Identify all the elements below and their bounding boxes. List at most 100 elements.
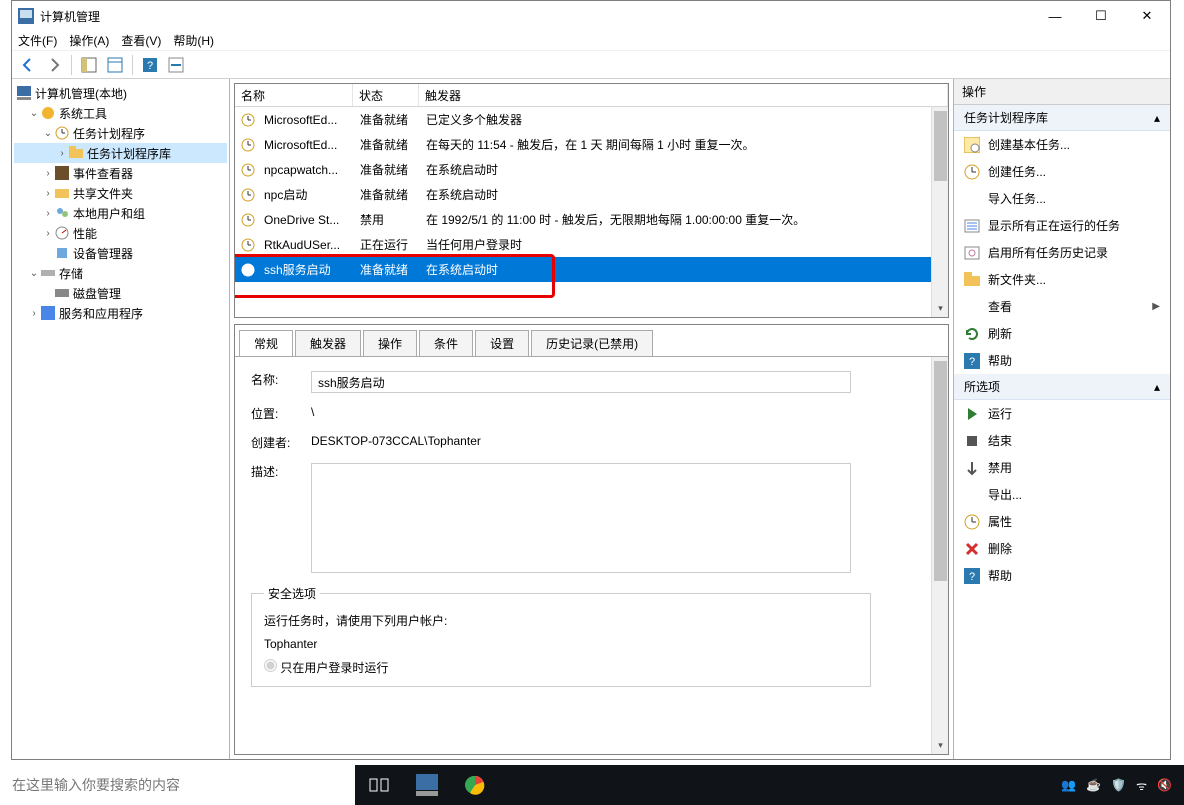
help-button[interactable]: ?	[138, 53, 162, 77]
tree-services-apps[interactable]: › 服务和应用程序	[14, 303, 227, 323]
task-row[interactable]: ssh服务启动准备就绪在系统启动时	[235, 257, 948, 282]
tree-storage[interactable]: ⌄ 存储	[14, 263, 227, 283]
action-item[interactable]: 属性	[954, 508, 1170, 535]
action-item[interactable]: ?帮助	[954, 562, 1170, 589]
tray-icon[interactable]: 🛡️	[1111, 778, 1126, 792]
action-item[interactable]: 结束	[954, 427, 1170, 454]
tree-local-users[interactable]: › 本地用户和组	[14, 203, 227, 223]
action-item[interactable]: 显示所有正在运行的任务	[954, 212, 1170, 239]
task-row[interactable]: OneDrive St...禁用在 1992/5/1 的 11:00 时 - 触…	[235, 207, 948, 232]
show-hide-tree-button[interactable]	[77, 53, 101, 77]
scroll-down-button[interactable]: ▾	[932, 300, 948, 317]
task-row[interactable]: npc启动准备就绪在系统启动时	[235, 182, 948, 207]
scroll-down-button[interactable]: ▾	[932, 737, 948, 754]
taskbar-search[interactable]: 在这里输入你要搜索的内容	[0, 765, 355, 805]
detail-tab[interactable]: 常规	[239, 330, 293, 357]
collapse-icon[interactable]: ⌄	[42, 128, 54, 139]
play-icon	[964, 406, 980, 422]
clock-o-icon	[964, 514, 980, 530]
tree-root[interactable]: 计算机管理(本地)	[14, 83, 227, 103]
task-row[interactable]: MicrosoftEd...准备就绪在每天的 11:54 - 触发后，在 1 天…	[235, 132, 948, 157]
detail-tab[interactable]: 条件	[419, 330, 473, 357]
tray-icon[interactable]: ☕	[1086, 778, 1101, 792]
menu-help[interactable]: 帮助(H)	[173, 32, 214, 49]
expand-icon[interactable]: ›	[42, 228, 54, 239]
actions-section-selected[interactable]: 所选项 ▴	[954, 374, 1170, 400]
scrollbar-thumb[interactable]	[934, 111, 947, 181]
task-row[interactable]: RtkAudUSer...正在运行当任何用户登录时	[235, 232, 948, 257]
tree-event-viewer[interactable]: › 事件查看器	[14, 163, 227, 183]
system-tray[interactable]: 👥 ☕ 🛡️ ᯤ 🔇	[1061, 777, 1184, 794]
toolbar-extra-button[interactable]	[164, 53, 188, 77]
expand-icon[interactable]: ›	[28, 308, 40, 319]
action-item[interactable]: ?帮助	[954, 347, 1170, 374]
action-item[interactable]: 导入任务...	[954, 185, 1170, 212]
action-item[interactable]: 创建任务...	[954, 158, 1170, 185]
tray-icon[interactable]: 👥	[1061, 778, 1076, 792]
menu-file[interactable]: 文件(F)	[18, 32, 57, 49]
minimize-button[interactable]: —	[1032, 1, 1078, 31]
tray-icon[interactable]: ᯤ	[1136, 777, 1147, 794]
action-item[interactable]: 运行	[954, 400, 1170, 427]
task-row[interactable]: npcapwatch...准备就绪在系统启动时	[235, 157, 948, 182]
task-trigger: 在系统启动时	[420, 186, 948, 203]
tree-disk-mgmt[interactable]: 磁盘管理	[14, 283, 227, 303]
col-trigger[interactable]: 触发器	[419, 84, 948, 106]
detail-tab[interactable]: 操作	[363, 330, 417, 357]
detail-scrollbar[interactable]: ▾	[931, 357, 948, 754]
menu-view[interactable]: 查看(V)	[121, 32, 161, 49]
menu-action[interactable]: 操作(A)	[69, 32, 109, 49]
taskbar-app-mmc[interactable]	[403, 765, 451, 805]
detail-tab[interactable]: 触发器	[295, 330, 361, 357]
run-only-logged-option[interactable]: 只在用户登录时运行	[264, 659, 858, 676]
action-item[interactable]: 刷新	[954, 320, 1170, 347]
back-button[interactable]	[16, 53, 40, 77]
detail-tab[interactable]: 设置	[475, 330, 529, 357]
name-field[interactable]	[311, 371, 851, 393]
close-button[interactable]: ✕	[1124, 1, 1170, 31]
forward-button[interactable]	[42, 53, 66, 77]
expand-icon[interactable]: ›	[56, 148, 68, 159]
action-item[interactable]: 删除	[954, 535, 1170, 562]
col-status[interactable]: 状态	[353, 84, 419, 106]
scrollbar-thumb[interactable]	[934, 361, 947, 581]
tree-device-manager[interactable]: 设备管理器	[14, 243, 227, 263]
expand-icon[interactable]: ›	[42, 188, 54, 199]
task-detail: 常规触发器操作条件设置历史记录(已禁用) 名称: 位置: \ 创建者: DESK…	[234, 324, 949, 755]
action-item[interactable]: 创建基本任务...	[954, 131, 1170, 158]
collapse-icon[interactable]: ⌄	[28, 108, 40, 119]
tray-volume-icon[interactable]: 🔇	[1157, 778, 1172, 792]
clock-icon	[241, 113, 255, 127]
tree-shared-folders[interactable]: › 共享文件夹	[14, 183, 227, 203]
task-trigger: 在系统启动时	[420, 261, 948, 278]
tree-system-tools[interactable]: ⌄ 系统工具	[14, 103, 227, 123]
scrollbar-vertical[interactable]: ▾	[931, 107, 948, 317]
maximize-button[interactable]: ☐	[1078, 1, 1124, 31]
action-item[interactable]: 新文件夹...	[954, 266, 1170, 293]
tree-task-scheduler[interactable]: ⌄ 任务计划程序	[14, 123, 227, 143]
tree-task-library[interactable]: › 任务计划程序库	[14, 143, 227, 163]
collapse-icon[interactable]: ⌄	[28, 268, 40, 279]
action-item[interactable]: 启用所有任务历史记录	[954, 239, 1170, 266]
expand-icon[interactable]: ›	[42, 168, 54, 179]
properties-button[interactable]	[103, 53, 127, 77]
clock-icon	[241, 238, 255, 252]
task-row[interactable]: MicrosoftEd...准备就绪已定义多个触发器	[235, 107, 948, 132]
expand-icon[interactable]: ›	[42, 208, 54, 219]
desc-field[interactable]	[311, 463, 851, 573]
security-legend: 安全选项	[264, 585, 320, 602]
task-name: MicrosoftEd...	[258, 113, 354, 127]
detail-tab[interactable]: 历史记录(已禁用)	[531, 330, 653, 357]
action-item[interactable]: 禁用	[954, 454, 1170, 481]
actions-section-library[interactable]: 任务计划程序库 ▴	[954, 105, 1170, 131]
clock-icon	[241, 188, 255, 202]
task-rows: MicrosoftEd...准备就绪已定义多个触发器MicrosoftEd...…	[235, 107, 948, 317]
action-item[interactable]: 导出...	[954, 481, 1170, 508]
run-only-logged-radio[interactable]	[264, 659, 277, 672]
task-view-button[interactable]	[355, 765, 403, 805]
col-name[interactable]: 名称	[235, 84, 353, 106]
tree-performance[interactable]: › 性能	[14, 223, 227, 243]
clock-icon	[241, 138, 255, 152]
taskbar-app-chrome[interactable]	[451, 765, 499, 805]
action-item[interactable]: 查看▶	[954, 293, 1170, 320]
